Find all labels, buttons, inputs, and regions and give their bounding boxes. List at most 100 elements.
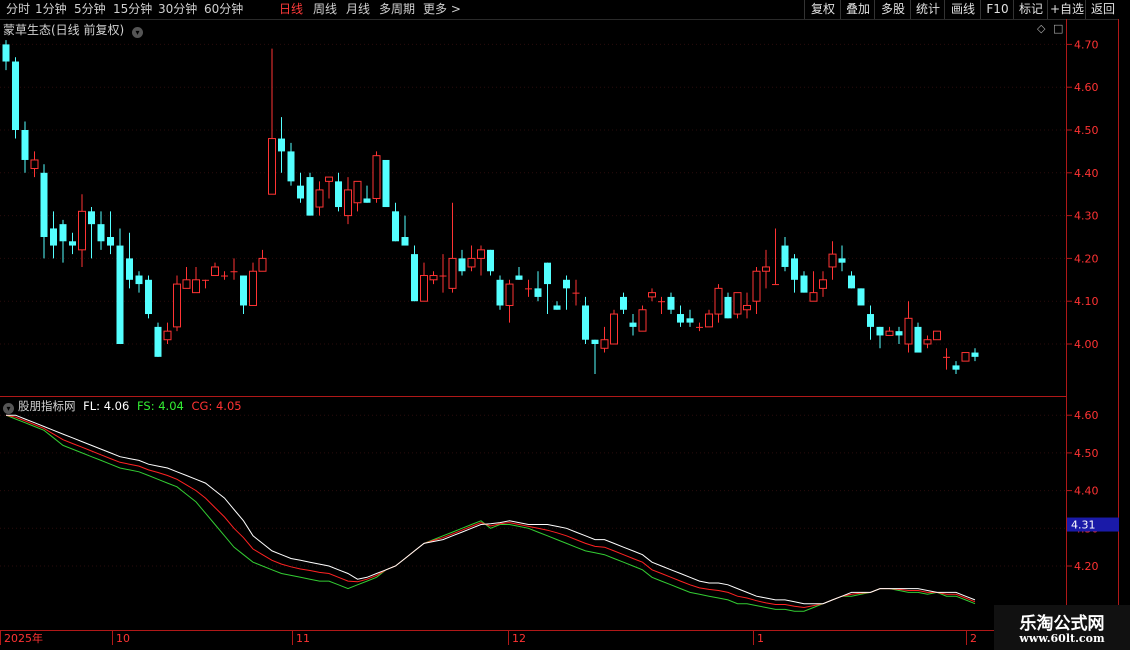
indicator-name: 股朋指标网	[18, 399, 76, 413]
candle-body	[411, 254, 418, 302]
candle-body	[629, 322, 637, 327]
chevron-down-icon[interactable]: ▾	[3, 403, 14, 414]
candle-body	[762, 266, 770, 272]
candle-body	[69, 241, 76, 246]
candle-body	[867, 314, 874, 327]
indicator-tick-label: 4.50	[1074, 447, 1099, 460]
candle-body	[752, 270, 761, 302]
candle-body	[392, 211, 399, 242]
watermark-title: 乐淘公式网	[1019, 614, 1105, 634]
candle-body	[135, 275, 143, 285]
candle-body	[904, 317, 913, 345]
date-tick-label: 1	[757, 632, 764, 645]
candle-body	[50, 228, 57, 246]
watermark: 乐淘公式网 www.60lt.com	[994, 605, 1130, 650]
date-tick-label: 12	[512, 632, 526, 645]
candle-body	[173, 283, 181, 328]
candle-body	[211, 266, 219, 277]
fs-value: FS: 4.04	[136, 399, 184, 413]
candle-body	[448, 257, 457, 289]
candle-body	[696, 326, 703, 328]
candle-body	[876, 326, 884, 336]
candle-body	[2, 44, 10, 62]
indicator-title: ▾ 股朋指标网 FL: 4.06 FS: 4.04 CG: 4.05	[3, 398, 242, 414]
candle-body	[505, 283, 514, 306]
candle-body	[658, 301, 665, 303]
candle-body	[743, 304, 751, 311]
candle-body	[933, 330, 941, 341]
price-tick-label: 4.20	[1074, 252, 1099, 265]
candle-body	[12, 61, 19, 130]
candlestick-chart[interactable]: 4.70 4.60 4.50 4.40 4.30 4.20 4.10 4.00 4.60 4.50…	[0, 0, 1130, 650]
candle-body	[620, 296, 627, 310]
candle-body	[781, 245, 789, 267]
candle-body	[429, 275, 438, 281]
candle-body	[772, 284, 779, 286]
candle-body	[943, 356, 950, 358]
candle-body	[686, 318, 694, 323]
candle-body	[221, 275, 228, 277]
watermark-url: www.60lt.com	[1019, 632, 1105, 645]
candle-body	[458, 258, 466, 272]
candle-body	[40, 172, 48, 237]
side-panel-strip[interactable]	[1119, 19, 1130, 631]
candle-body	[591, 339, 599, 344]
candle-body	[59, 224, 67, 242]
close-icon[interactable]: □	[1053, 22, 1063, 35]
candle-body	[791, 258, 798, 280]
candle-body	[126, 258, 133, 280]
candle-body	[667, 296, 675, 310]
candle-body	[249, 270, 257, 306]
candle-body	[971, 352, 979, 357]
price-tick-label: 4.60	[1074, 81, 1099, 94]
main-chart-title: 蒙草生态(日线 前复权) ▾	[3, 21, 147, 38]
candle-body	[420, 275, 428, 302]
candle-body	[297, 185, 304, 199]
candle-body	[572, 292, 580, 294]
price-tick-label: 4.00	[1074, 338, 1099, 351]
candle-body	[230, 271, 238, 273]
candle-body	[116, 245, 124, 344]
candle-body	[268, 138, 276, 195]
candle-body	[648, 292, 656, 298]
price-tick-label: 4.10	[1074, 295, 1099, 308]
diamond-icon[interactable]: ◇	[1037, 22, 1045, 35]
candle-body	[372, 155, 381, 199]
indicator-tick-label: 4.40	[1074, 485, 1099, 498]
candle-body	[923, 339, 932, 345]
candle-body	[582, 305, 589, 340]
current-value-label: 4.31	[1071, 519, 1096, 532]
candle-body	[544, 262, 551, 285]
candle-body	[335, 181, 342, 208]
date-tick-label: 10	[116, 632, 130, 645]
candle-body	[202, 279, 209, 281]
price-tick-label: 4.70	[1074, 38, 1099, 51]
date-tick-label: 2	[970, 632, 977, 645]
date-tick-label: 2025年	[4, 631, 43, 645]
candle-body	[325, 176, 333, 182]
candle-body	[344, 189, 352, 217]
candle-body	[638, 309, 647, 332]
candle-body	[154, 326, 162, 357]
candle-body	[705, 313, 713, 328]
candle-body	[182, 279, 191, 289]
candle-body	[828, 253, 837, 268]
cg-line	[5, 414, 976, 609]
indicator-tick-label: 4.60	[1074, 409, 1099, 422]
candle-body	[258, 257, 267, 272]
chevron-down-icon[interactable]: ▾	[132, 27, 144, 38]
candle-body	[724, 296, 732, 319]
candle-body	[515, 275, 523, 280]
candle-body	[553, 305, 561, 310]
candle-body	[800, 275, 808, 293]
price-tick-label: 4.40	[1074, 167, 1099, 180]
fs-line	[5, 414, 976, 612]
price-tick-label: 4.30	[1074, 210, 1099, 223]
stock-title: 蒙草生态(日线 前复权)	[3, 23, 125, 37]
candle-body	[30, 159, 39, 170]
candle-body	[278, 138, 285, 152]
candle-body	[477, 249, 485, 259]
candle-body	[809, 292, 818, 302]
candle-body	[363, 198, 371, 203]
candle-body	[382, 159, 390, 208]
